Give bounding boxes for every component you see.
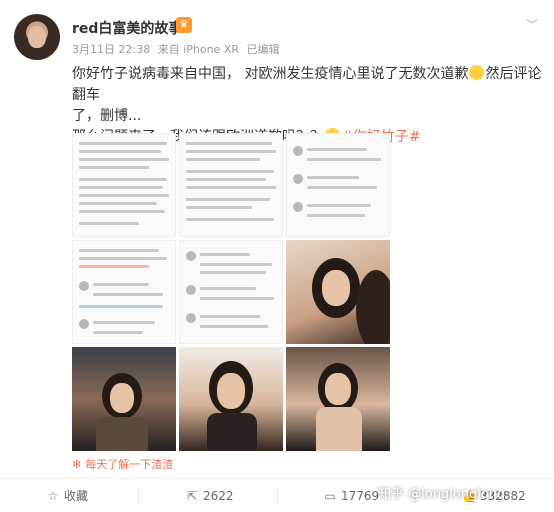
- post-date[interactable]: 3月11日 22:38: [72, 43, 150, 56]
- like-button[interactable]: 👍 332882: [462, 479, 526, 512]
- edited-label[interactable]: 已编辑: [247, 43, 280, 56]
- image-thumb-4[interactable]: [72, 240, 176, 344]
- image-thumb-2[interactable]: [179, 133, 283, 237]
- divider: [277, 489, 278, 503]
- action-bar: ☆ 收藏 ⇱ 2622 ▭ 17769 👍 332882: [0, 478, 554, 512]
- image-grid: [72, 133, 390, 451]
- post-text-line-1: 你好竹子说病毒来自中国， 对欧洲发生疫情心里说了无数次道歉 然后评论翻车: [72, 65, 542, 103]
- avatar[interactable]: [14, 14, 60, 60]
- crying-face-emoji-icon: [469, 65, 485, 80]
- flower-icon: ✻: [72, 458, 82, 471]
- repost-icon: ⇱: [186, 489, 198, 503]
- comment-button[interactable]: ▭ 17769: [323, 479, 379, 512]
- chevron-down-icon[interactable]: ﹀: [524, 16, 540, 32]
- image-thumb-6[interactable]: [286, 240, 390, 344]
- crown-badge-icon: ♛: [176, 17, 192, 33]
- image-thumb-5[interactable]: [179, 240, 283, 344]
- weibo-post: red白富美的故事 ♛ 3月11日 22:38 来自 iPhone XR 已编辑…: [0, 0, 554, 512]
- username[interactable]: red白富美的故事: [72, 18, 182, 38]
- post-device: 来自 iPhone XR: [157, 43, 240, 56]
- post-meta: 3月11日 22:38 来自 iPhone XR 已编辑: [72, 41, 284, 57]
- divider: [138, 489, 139, 503]
- comment-icon: ▭: [324, 489, 336, 503]
- image-thumb-1[interactable]: [72, 133, 176, 237]
- image-thumb-3[interactable]: [286, 133, 390, 237]
- source-link[interactable]: ✻ 每天了解一下渣渣: [72, 456, 173, 472]
- divider: [415, 489, 416, 503]
- image-thumb-7[interactable]: [72, 347, 176, 451]
- star-icon: ☆: [47, 489, 59, 503]
- thumb-up-icon: 👍: [462, 489, 477, 503]
- image-thumb-8[interactable]: [179, 347, 283, 451]
- post-text-line-2: 了，删博...: [72, 108, 142, 124]
- repost-button[interactable]: ⇱ 2622: [185, 479, 234, 512]
- image-thumb-9[interactable]: [286, 347, 390, 451]
- favorite-button[interactable]: ☆ 收藏: [46, 479, 88, 512]
